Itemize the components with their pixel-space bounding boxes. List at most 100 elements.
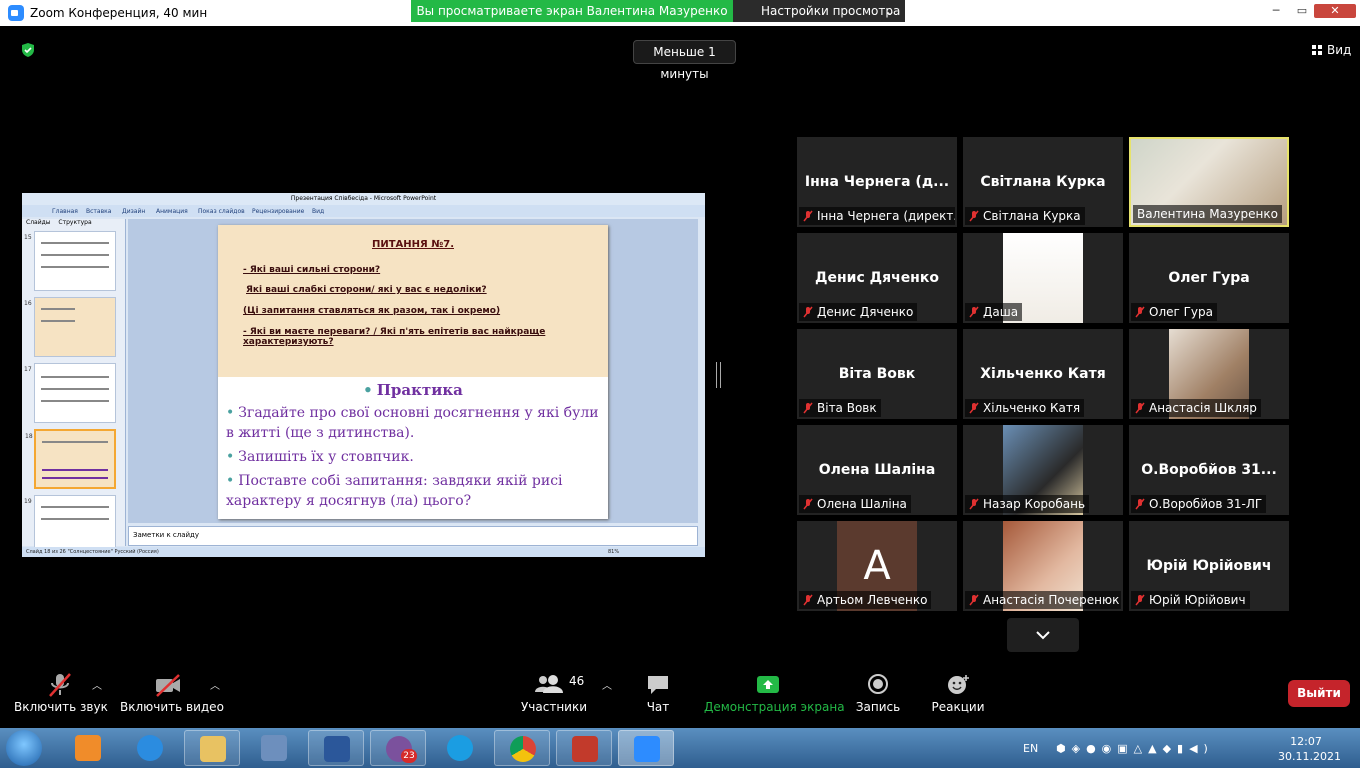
slide-question: Які ваші слабкі сторони/ які у вас є нед… — [246, 285, 487, 295]
thumb-number: 19 — [24, 498, 32, 505]
slide-question: (Ці запитання ставляться як разом, так і… — [243, 306, 501, 316]
language-indicator[interactable]: EN — [1023, 742, 1038, 755]
start-video-button[interactable]: Включить видео — [120, 672, 224, 714]
participant-name-label: Олег Гура — [1131, 303, 1218, 321]
participant-name-label: Олена Шаліна — [799, 495, 911, 513]
maximize-button[interactable]: ▭ — [1290, 4, 1314, 18]
participant-label-text: Юрій Юрійович — [1149, 593, 1246, 607]
slide-bullet: • Згадайте про свої основні досягнення у … — [226, 405, 599, 441]
window-title: Zoom Конференция, 40 мин — [30, 6, 208, 20]
chevron-down-icon: ⌄ — [884, 4, 895, 18]
leave-meeting-button[interactable]: Выйти — [1288, 680, 1350, 707]
system-clock[interactable]: 12:07 30.11.2021 — [1278, 734, 1341, 764]
taskbar-edge[interactable] — [432, 730, 488, 766]
participant-name-label: Даша — [965, 303, 1023, 321]
slide-thumbnail: 16 — [24, 297, 116, 357]
view-settings-button[interactable]: Настройки просмотра ⌄ — [733, 0, 905, 22]
participant-tile[interactable]: Олег Гура Олег Гура — [1129, 233, 1289, 323]
participant-tile[interactable]: A Артьом Левченко — [797, 521, 957, 611]
slide-question: - Які ви маєте переваги? / Які п'ять епі… — [243, 327, 546, 347]
chat-button[interactable]: Чат — [634, 672, 682, 714]
video-options-caret[interactable]: ︿ — [210, 677, 220, 692]
participant-tile[interactable]: Даша — [963, 233, 1123, 323]
share-screen-icon — [757, 676, 779, 693]
taskbar-viber[interactable]: 23 — [370, 730, 426, 766]
reactions-button[interactable]: Реакции — [930, 672, 986, 714]
slide-thumbnail: 19 — [24, 495, 116, 555]
participant-tile[interactable]: Віта Вовк Віта Вовк — [797, 329, 957, 419]
participant-tile[interactable]: Юрій Юрійович Юрій Юрійович — [1129, 521, 1289, 611]
participant-tile[interactable]: Анастасія Шкляр — [1129, 329, 1289, 419]
participant-name-label: Артьом Левченко — [799, 591, 932, 609]
ppt-slides-panel: Слайды Структура 15 16 17 18 19 — [22, 219, 126, 555]
participant-display-name: Олена Шаліна — [818, 462, 936, 478]
ppt-tab: Дизайн — [122, 208, 146, 215]
participant-tile[interactable]: Олена Шаліна Олена Шаліна — [797, 425, 957, 515]
participant-tile[interactable]: Денис Дяченко Денис Дяченко — [797, 233, 957, 323]
participant-tile[interactable]: Назар Коробань — [963, 425, 1123, 515]
participant-label-text: Хільченко Катя — [983, 401, 1081, 415]
participants-count: 46 — [569, 674, 585, 688]
participant-display-name: Денис Дяченко — [815, 270, 939, 286]
share-screen-button[interactable]: Демонстрация экрана — [704, 672, 845, 714]
participant-name-label: Юрій Юрійович — [1131, 591, 1250, 609]
participant-tile[interactable]: Валентина Мазуренко — [1129, 137, 1289, 227]
zoom-logo-icon — [8, 5, 24, 21]
record-label: Запись — [855, 700, 901, 714]
participant-tile[interactable]: О.Воробйов 31... О.Воробйов 31-ЛГ — [1129, 425, 1289, 515]
tray-icons[interactable]: ⬢◈●◉▣△▲◆▮◀) — [1056, 742, 1214, 755]
participant-tile[interactable]: Інна Чернега (д... Інна Чернега (директ..… — [797, 137, 957, 227]
shared-screen: Презентация Співбесіда - Microsoft Power… — [22, 193, 705, 557]
participant-tile[interactable]: Анастасія Почеренюк — [963, 521, 1123, 611]
muted-mic-icon — [803, 498, 813, 510]
slide-practice-heading: • Практика — [363, 381, 463, 399]
taskbar-computer[interactable] — [246, 730, 302, 766]
participant-label-text: Анастасія Почеренюк — [983, 593, 1120, 607]
chrome-icon — [510, 736, 536, 762]
participant-display-name: Хільченко Катя — [980, 366, 1106, 382]
ppt-left-tab: Структура — [58, 219, 92, 226]
ppt-zoom: 81% — [608, 549, 620, 555]
view-settings-label: Настройки просмотра — [761, 4, 901, 18]
participant-display-name: Інна Чернега (д... — [804, 174, 950, 190]
muted-mic-icon — [49, 673, 71, 697]
ppt-ribbon-tabs: Главная Вставка Дизайн Анимация Показ сл… — [22, 205, 705, 217]
minimize-button[interactable]: ─ — [1264, 4, 1288, 18]
ppt-tab: Вставка — [86, 208, 112, 215]
taskbar-media-player[interactable] — [60, 730, 116, 766]
gallery-expand-button[interactable] — [1007, 618, 1079, 652]
participant-display-name: Юрій Юрійович — [1146, 558, 1272, 574]
participant-name-label: Анастасія Шкляр — [1131, 399, 1261, 417]
muted-mic-icon — [1135, 402, 1145, 414]
split-resize-handle[interactable] — [716, 362, 721, 388]
zoom-icon — [634, 736, 660, 762]
slide-practice-block: • Практика • Згадайте про свої основні дос… — [218, 377, 608, 519]
taskbar-explorer[interactable] — [184, 730, 240, 766]
taskbar-chrome[interactable] — [494, 730, 550, 766]
record-button[interactable]: Запись — [852, 672, 904, 714]
clock-date: 30.11.2021 — [1278, 750, 1341, 763]
internet-explorer-icon — [137, 735, 163, 761]
participant-tile[interactable]: Хільченко Катя Хільченко Катя — [963, 329, 1123, 419]
muted-mic-icon — [803, 402, 813, 414]
security-shield-icon[interactable] — [20, 42, 36, 58]
muted-mic-icon — [969, 210, 979, 222]
participant-name-label: О.Воробйов 31-ЛГ — [1131, 495, 1267, 513]
taskbar-ie[interactable] — [122, 730, 178, 766]
thumb-number: 17 — [24, 366, 32, 373]
muted-mic-icon — [1135, 594, 1145, 606]
taskbar-word[interactable] — [308, 730, 364, 766]
participants-button[interactable]: 46 Участники — [520, 672, 588, 714]
participant-label-text: Даша — [983, 305, 1019, 319]
close-button[interactable]: ✕ — [1314, 4, 1356, 18]
participants-options-caret[interactable]: ︿ — [602, 677, 612, 692]
participant-tile[interactable]: Світлана Курка Світлана Курка — [963, 137, 1123, 227]
taskbar-powerpoint[interactable] — [556, 730, 612, 766]
start-button[interactable] — [6, 730, 42, 766]
audio-options-caret[interactable]: ︿ — [92, 677, 102, 692]
view-button[interactable]: Вид — [1312, 43, 1351, 57]
thumb-number: 18 — [25, 433, 33, 440]
taskbar-zoom[interactable] — [618, 730, 674, 766]
participant-name-label: Валентина Мазуренко — [1133, 205, 1282, 223]
share-banner: Вы просматриваете экран Валентина Мазуре… — [411, 0, 733, 22]
